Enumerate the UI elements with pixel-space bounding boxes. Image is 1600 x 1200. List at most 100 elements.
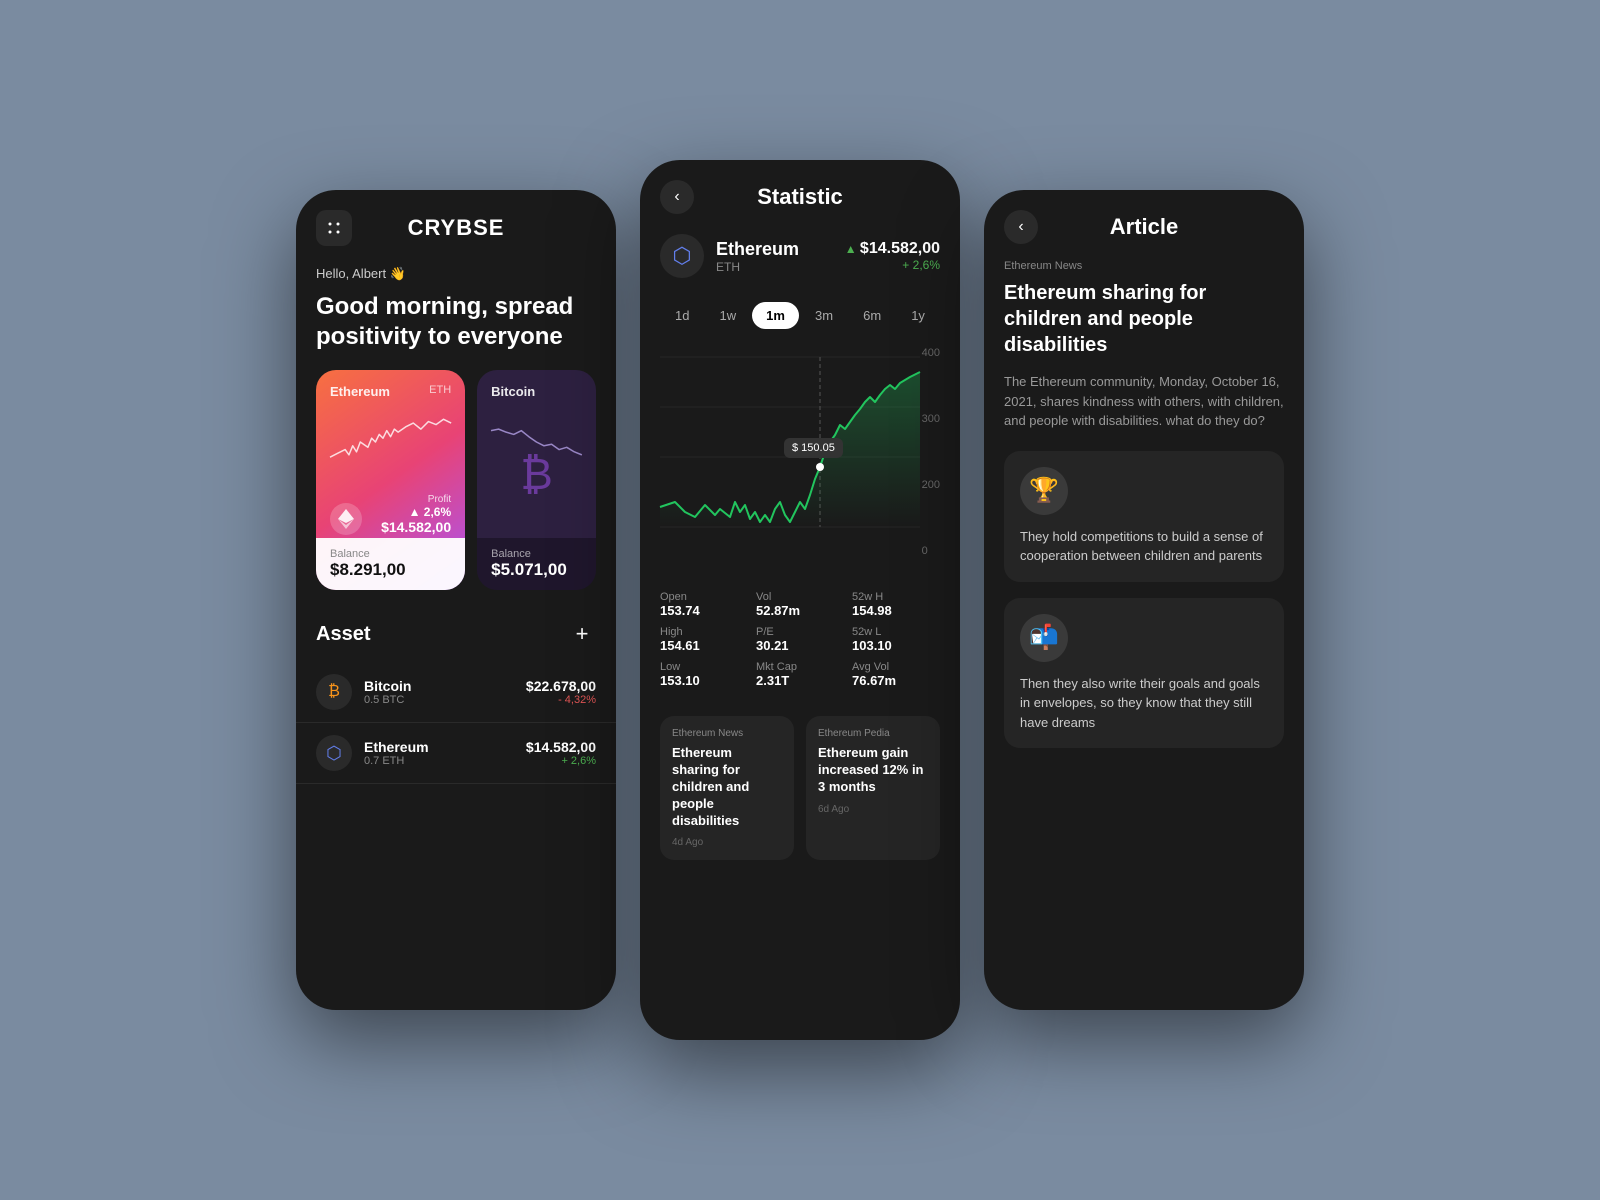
greeting-text: Hello, Albert 👋 bbox=[296, 256, 616, 288]
eth-card[interactable]: Ethereum ETH Profit ▲ 2,6% bbox=[316, 370, 465, 590]
period-6m[interactable]: 6m bbox=[849, 302, 895, 329]
coin-info: ⬡ Ethereum ETH bbox=[660, 234, 799, 278]
asset-bitcoin[interactable]: ₿ Bitcoin 0.5 BTC $22.678,00 - 4,32% bbox=[296, 662, 616, 723]
coin-row: ⬡ Ethereum ETH ▲ $14.582,00 + 2,6% bbox=[640, 224, 960, 294]
ethereum-sub: 0.7 ETH bbox=[364, 755, 526, 767]
phone-2: ‹ Statistic ⬡ Ethereum ETH ▲ $14.582,00 … bbox=[640, 160, 960, 1040]
back-button[interactable]: ‹ bbox=[660, 180, 694, 214]
eth-profit: Profit ▲ 2,6% $14.582,00 bbox=[381, 494, 451, 535]
news-source-2: Ethereum Pedia bbox=[818, 728, 928, 739]
price-chart: $ 150.05 400 300 200 0 bbox=[640, 337, 960, 577]
eth-balance-label: Balance bbox=[330, 548, 451, 560]
profit-label: Profit bbox=[381, 494, 451, 505]
btc-large-icon: ₿ bbox=[520, 450, 553, 500]
phones-container: CRYBSE Hello, Albert 👋 Good morning, spr… bbox=[256, 100, 1344, 1100]
article-card-text-2: Then they also write their goals and goa… bbox=[1020, 674, 1268, 733]
period-1y[interactable]: 1y bbox=[897, 302, 939, 329]
eth-balance-val: $8.291,00 bbox=[330, 560, 451, 580]
btc-balance-val: $5.071,00 bbox=[491, 560, 582, 580]
article-headline: Ethereum sharing for children and people… bbox=[984, 280, 1304, 372]
bitcoin-sub: 0.5 BTC bbox=[364, 694, 526, 706]
asset-header: Asset + bbox=[296, 610, 616, 662]
news-title-2: Ethereum gain increased 12% in 3 months bbox=[818, 745, 928, 796]
stat-vol: Vol 52.87m bbox=[756, 591, 844, 618]
btc-card[interactable]: Bitcoin ₿ Balance $5.071,00 bbox=[477, 370, 596, 590]
stat-open: Open 153.74 bbox=[660, 591, 748, 618]
coin-ticker: ETH bbox=[716, 260, 799, 274]
news-time-2: 6d Ago bbox=[818, 804, 928, 815]
period-1w[interactable]: 1w bbox=[706, 302, 751, 329]
news-grid: Ethereum News Ethereum sharing for child… bbox=[640, 702, 960, 880]
news-time-1: 4d Ago bbox=[672, 837, 782, 848]
coin-price-section: ▲ $14.582,00 + 2,6% bbox=[845, 240, 940, 272]
bitcoin-price: $22.678,00 bbox=[526, 678, 596, 694]
bitcoin-icon: ₿ bbox=[316, 674, 352, 710]
stats-grid: Open 153.74 Vol 52.87m 52w H 154.98 High… bbox=[640, 577, 960, 702]
asset-ethereum[interactable]: ⬡ Ethereum 0.7 ETH $14.582,00 + 2,6% bbox=[296, 723, 616, 784]
ethereum-values: $14.582,00 + 2,6% bbox=[526, 739, 596, 767]
article-back-button[interactable]: ‹ bbox=[1004, 210, 1038, 244]
eth-icon bbox=[330, 503, 362, 535]
chart-y-labels: 400 300 200 0 bbox=[922, 347, 940, 557]
add-asset-button[interactable]: + bbox=[568, 620, 596, 648]
asset-title: Asset bbox=[316, 623, 370, 646]
article-desc: The Ethereum community, Monday, October … bbox=[984, 372, 1304, 451]
coin-price: ▲ $14.582,00 bbox=[845, 240, 940, 258]
ethereum-price: $14.582,00 bbox=[526, 739, 596, 755]
btc-card-label: Bitcoin bbox=[491, 384, 535, 399]
article-source: Ethereum News bbox=[984, 260, 1304, 280]
profit-pct: ▲ 2,6% bbox=[381, 505, 451, 519]
bitcoin-name: Bitcoin bbox=[364, 678, 526, 694]
article-card-1: 🏆 They hold competitions to build a sens… bbox=[1004, 451, 1284, 582]
ethereum-change: + 2,6% bbox=[526, 755, 596, 767]
period-1d[interactable]: 1d bbox=[661, 302, 703, 329]
news-card-1[interactable]: Ethereum News Ethereum sharing for child… bbox=[660, 716, 794, 860]
menu-button[interactable] bbox=[316, 210, 352, 246]
news-source-1: Ethereum News bbox=[672, 728, 782, 739]
phone1-header: CRYBSE bbox=[296, 190, 616, 256]
stat-avgvol: Avg Vol 76.67m bbox=[852, 661, 940, 688]
stat-mktcap: Mkt Cap 2.31T bbox=[756, 661, 844, 688]
stat-52wl: 52w L 103.10 bbox=[852, 626, 940, 653]
eth-card-ticker: ETH bbox=[429, 384, 451, 396]
ethereum-name: Ethereum bbox=[364, 739, 526, 755]
phone3-header: ‹ Article bbox=[984, 190, 1304, 260]
profit-val: $14.582,00 bbox=[381, 519, 451, 535]
period-3m[interactable]: 3m bbox=[801, 302, 847, 329]
envelope-icon: 📬 bbox=[1020, 614, 1068, 662]
stat-low: Low 153.10 bbox=[660, 661, 748, 688]
bitcoin-info: Bitcoin 0.5 BTC bbox=[364, 678, 526, 706]
ethereum-icon: ⬡ bbox=[316, 735, 352, 771]
coin-cards: Ethereum ETH Profit ▲ 2,6% bbox=[296, 370, 616, 610]
chart-tooltip: $ 150.05 bbox=[784, 438, 843, 458]
btc-balance: Balance $5.071,00 bbox=[477, 538, 596, 590]
ethereum-info: Ethereum 0.7 ETH bbox=[364, 739, 526, 767]
bitcoin-values: $22.678,00 - 4,32% bbox=[526, 678, 596, 706]
coin-name: Ethereum bbox=[716, 239, 799, 260]
news-card-2[interactable]: Ethereum Pedia Ethereum gain increased 1… bbox=[806, 716, 940, 860]
coin-icon: ⬡ bbox=[660, 234, 704, 278]
phone2-header: ‹ Statistic bbox=[640, 160, 960, 224]
statistic-title: Statistic bbox=[706, 184, 894, 210]
stat-52wh: 52w H 154.98 bbox=[852, 591, 940, 618]
eth-card-label: Ethereum bbox=[330, 384, 390, 399]
news-title-1: Ethereum sharing for children and people… bbox=[672, 745, 782, 829]
trophy-icon: 🏆 bbox=[1020, 467, 1068, 515]
btc-balance-label: Balance bbox=[491, 548, 582, 560]
coin-change: + 2,6% bbox=[845, 258, 940, 272]
phone-1: CRYBSE Hello, Albert 👋 Good morning, spr… bbox=[296, 190, 616, 1010]
stat-pe: P/E 30.21 bbox=[756, 626, 844, 653]
bitcoin-change: - 4,32% bbox=[526, 694, 596, 706]
period-1m[interactable]: 1m bbox=[752, 302, 799, 329]
coin-details: Ethereum ETH bbox=[716, 239, 799, 274]
article-title: Article bbox=[1050, 214, 1238, 240]
phone-3: ‹ Article Ethereum News Ethereum sharing… bbox=[984, 190, 1304, 1010]
article-card-text-1: They hold competitions to build a sense … bbox=[1020, 527, 1268, 566]
article-card-2: 📬 Then they also write their goals and g… bbox=[1004, 598, 1284, 749]
eth-mini-chart bbox=[330, 407, 451, 477]
period-tabs: 1d 1w 1m 3m 6m 1y bbox=[640, 294, 960, 337]
stat-high: High 154.61 bbox=[660, 626, 748, 653]
morning-text: Good morning, spread positivity to every… bbox=[296, 288, 616, 370]
eth-balance: Balance $8.291,00 bbox=[316, 538, 465, 590]
app-logo: CRYBSE bbox=[408, 215, 505, 241]
